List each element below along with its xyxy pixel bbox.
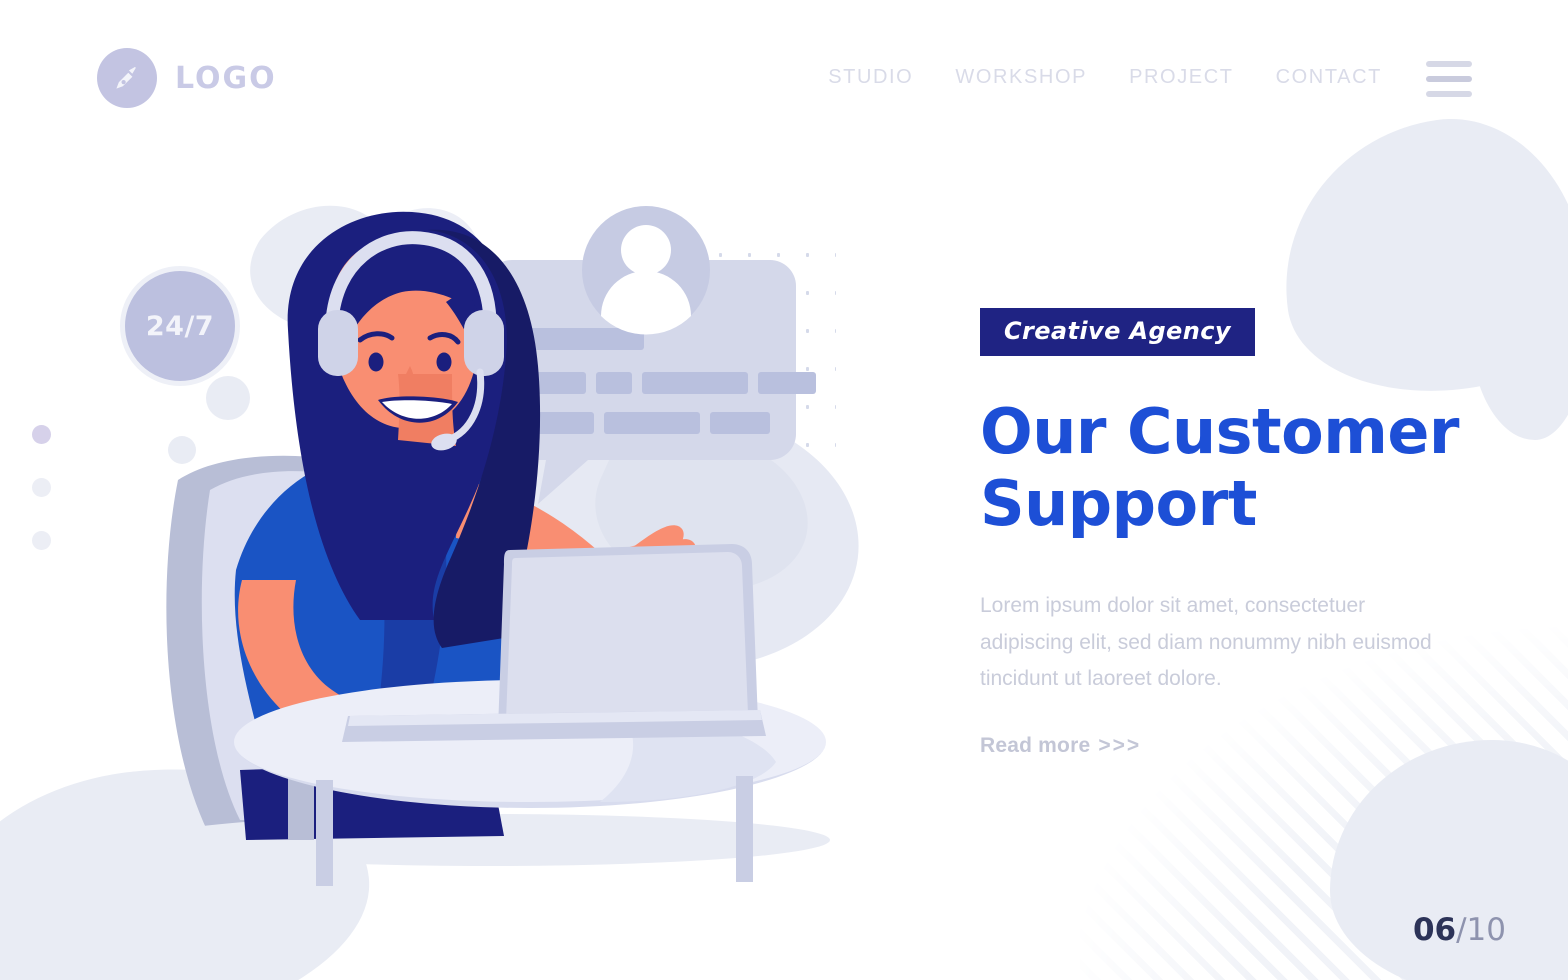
nav-item-project[interactable]: PROJECT bbox=[1129, 66, 1234, 89]
logo[interactable]: LOGO bbox=[97, 48, 277, 108]
pen-nib-icon bbox=[97, 48, 157, 108]
slide-dots[interactable] bbox=[32, 425, 51, 550]
slide-counter-current: 06 bbox=[1412, 912, 1457, 948]
slide-counter-total: 10 bbox=[1466, 912, 1506, 948]
hamburger-line bbox=[1426, 91, 1472, 97]
chevron-right-icon: >>> bbox=[1098, 734, 1142, 758]
read-more-link[interactable]: Read more >>> bbox=[980, 734, 1141, 758]
hamburger-icon[interactable] bbox=[1426, 57, 1474, 101]
main-nav: STUDIO WORKSHOP PROJECT CONTACT bbox=[828, 66, 1382, 89]
headline-line-2: Support bbox=[980, 466, 1257, 540]
hero-illustration bbox=[60, 150, 940, 910]
read-more-label: Read more bbox=[980, 734, 1091, 758]
blob-top-right-small bbox=[1470, 250, 1568, 440]
nav-item-studio[interactable]: STUDIO bbox=[828, 66, 913, 89]
page-title: Our Customer Support bbox=[980, 396, 1460, 540]
nav-item-workshop[interactable]: WORKSHOP bbox=[955, 66, 1087, 89]
nav-item-contact[interactable]: CONTACT bbox=[1276, 66, 1382, 89]
hamburger-line bbox=[1426, 76, 1472, 82]
headline-line-1: Our Customer bbox=[980, 395, 1460, 468]
slide-counter-separator: / bbox=[1456, 912, 1467, 948]
slide-dot-1[interactable] bbox=[32, 425, 51, 444]
hero-copy: Creative Agency Our Customer Support Lor… bbox=[980, 308, 1480, 758]
site-header: LOGO STUDIO WORKSHOP PROJECT CONTACT bbox=[0, 0, 1568, 160]
logo-text: LOGO bbox=[175, 60, 277, 96]
slide-dot-3[interactable] bbox=[32, 531, 51, 550]
creative-agency-badge: Creative Agency bbox=[980, 308, 1255, 356]
slide-dot-2[interactable] bbox=[32, 478, 51, 497]
hamburger-line bbox=[1426, 61, 1472, 67]
hero-paragraph: Lorem ipsum dolor sit amet, consectetuer… bbox=[980, 593, 1432, 691]
slide-counter: 06/10 bbox=[1413, 912, 1506, 948]
user-avatar-icon bbox=[582, 206, 710, 335]
landing-page: LOGO STUDIO WORKSHOP PROJECT CONTACT 24/… bbox=[0, 0, 1568, 980]
